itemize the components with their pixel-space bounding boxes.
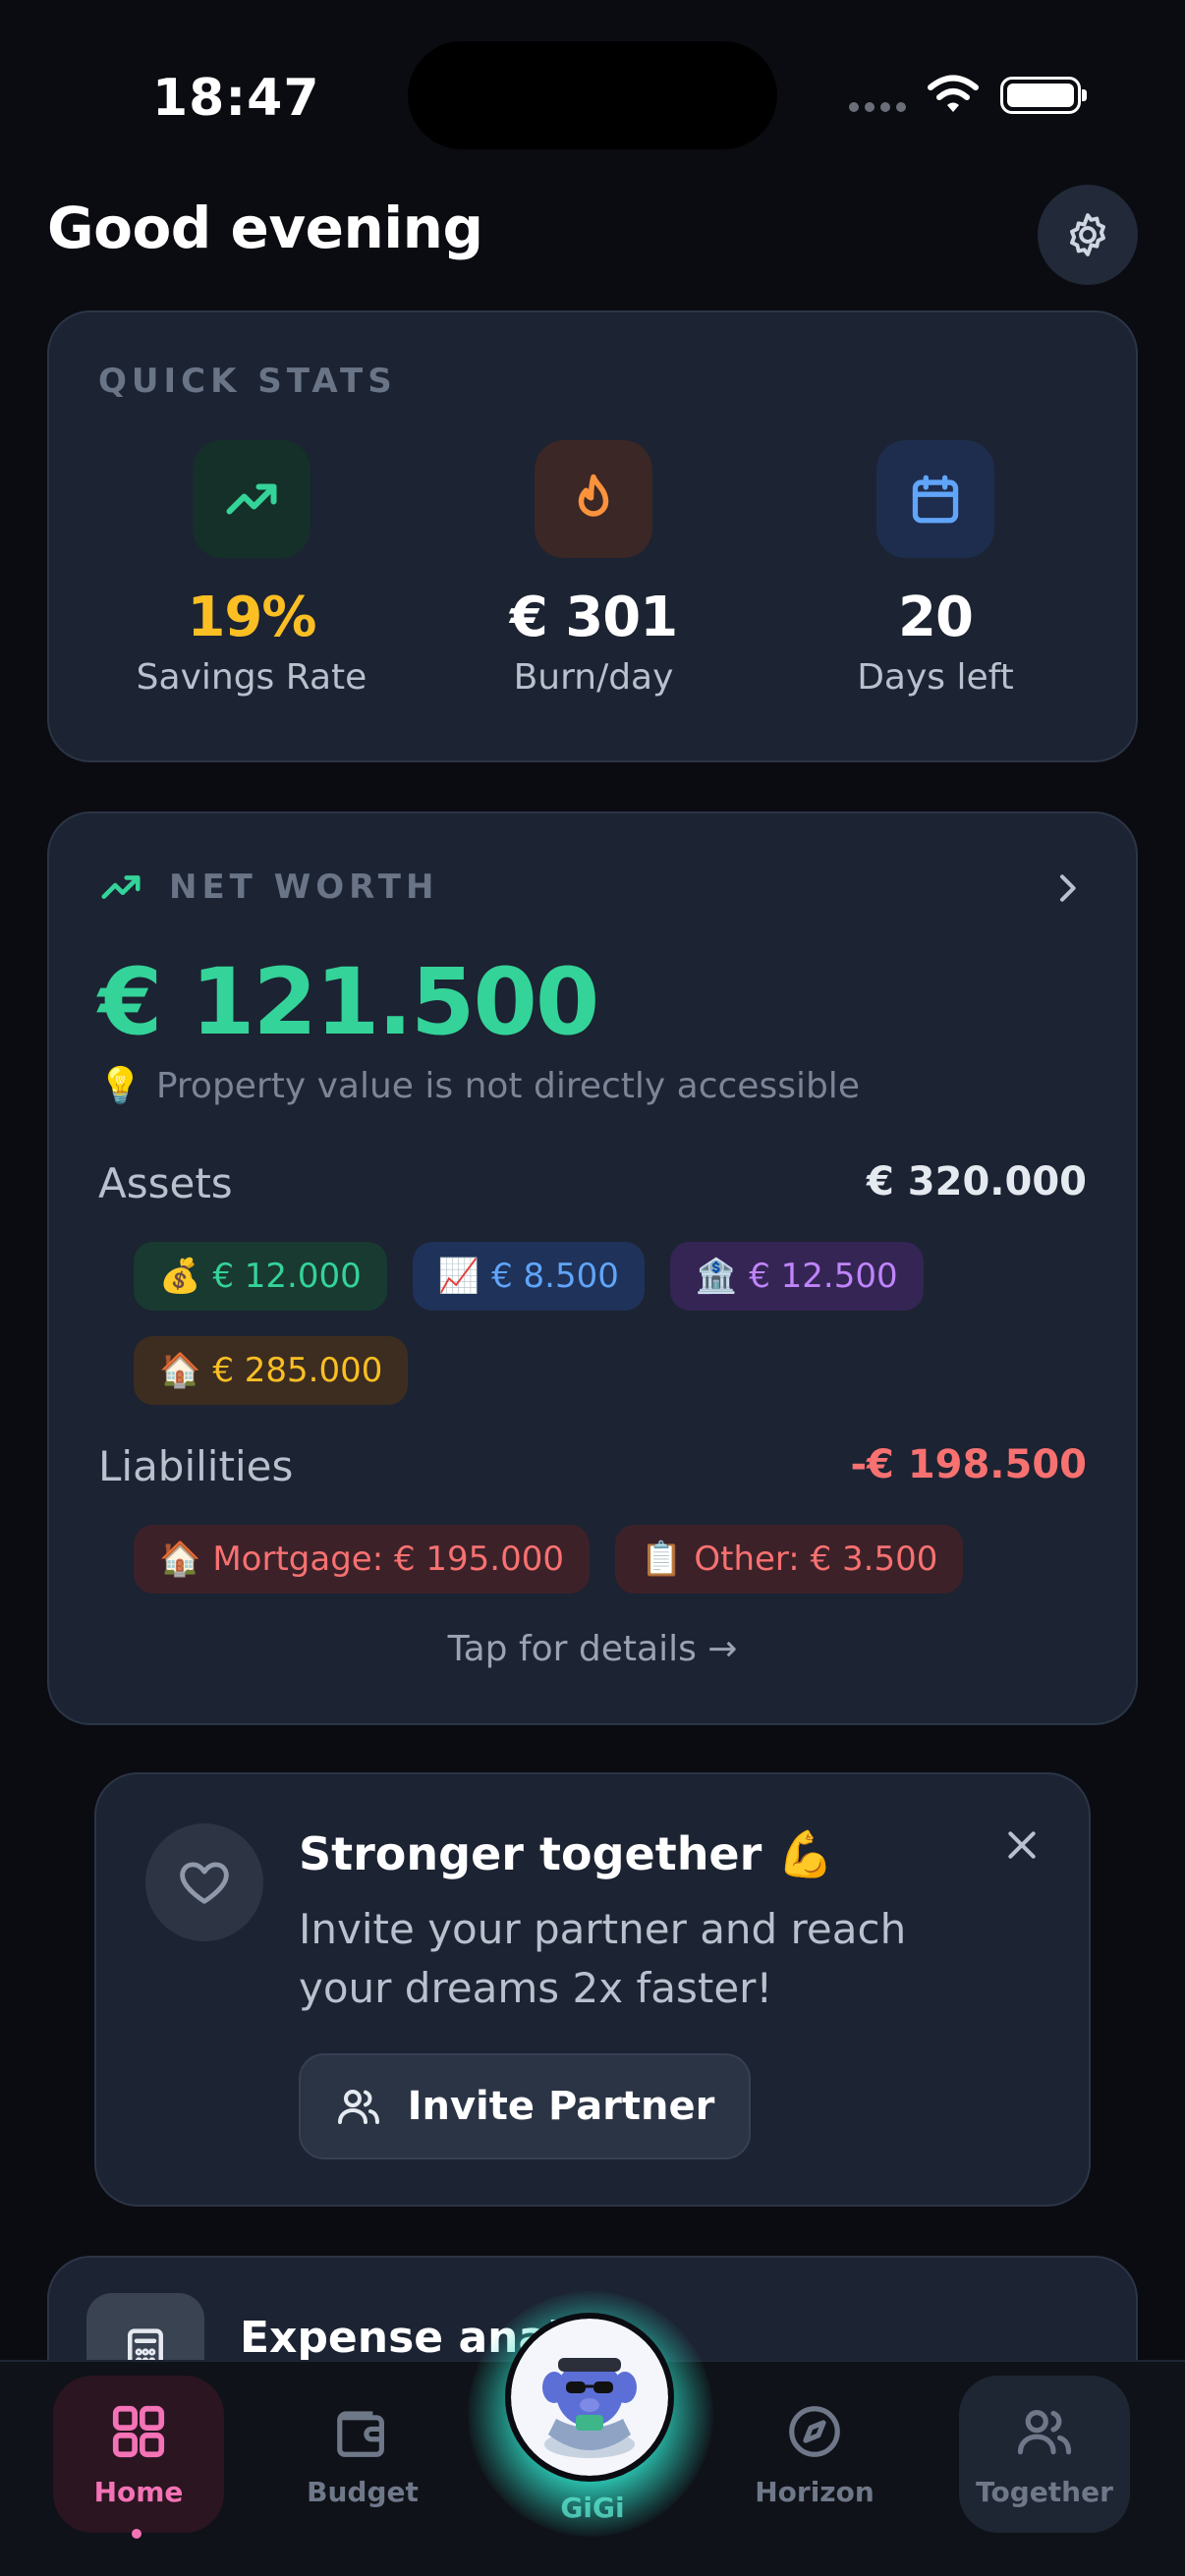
invite-partner-label: Invite Partner (407, 2084, 715, 2129)
asset-chip-property[interactable]: 🏠 € 285.000 (134, 1336, 409, 1405)
active-tab-indicator (132, 2529, 141, 2539)
users-icon (337, 2090, 379, 2124)
tap-for-details-link[interactable]: Tap for details → (49, 1629, 1136, 1669)
asset-chip-cash[interactable]: 💰 € 12.000 (134, 1242, 387, 1311)
burn-per-day-label: Burn/day (513, 657, 674, 698)
status-bar: 18:47 (0, 0, 1185, 187)
close-icon[interactable] (1002, 1825, 1042, 1865)
gigi-mascot-icon (511, 2319, 668, 2476)
net-worth-card[interactable]: NET WORTH € 121.500 💡 Property value is … (47, 812, 1138, 1725)
liability-chip-text: Other: € 3.500 (694, 1540, 938, 1579)
invite-partner-card: Stronger together 💪 Invite your partner … (94, 1772, 1091, 2207)
greeting-title: Good evening (47, 195, 483, 261)
signal-icon (849, 102, 908, 114)
dynamic-island (408, 41, 777, 149)
assets-label: Assets (98, 1159, 233, 1207)
trending-up-icon (101, 875, 141, 899)
asset-chip-amount: € 285.000 (212, 1351, 383, 1390)
asset-chip-bank[interactable]: 🏦 € 12.500 (669, 1242, 924, 1311)
asset-chips: 💰 € 12.000 📈 € 8.500 🏦 € 12.500 🏠 € 285.… (134, 1242, 1077, 1405)
net-worth-note-text: Property value is not directly accessibl… (155, 1065, 860, 1106)
net-worth-title: NET WORTH (169, 868, 439, 907)
tab-gigi-label: GiGi (560, 2492, 625, 2524)
liability-chip-text: Mortgage: € 195.000 (212, 1540, 565, 1579)
asset-chip-investments[interactable]: 📈 € 8.500 (412, 1242, 645, 1311)
chevron-right-icon[interactable] (1047, 868, 1087, 908)
liability-chips: 🏠 Mortgage: € 195.000 📋 Other: € 3.500 (134, 1525, 1077, 1594)
wifi-icon (928, 75, 979, 112)
stat-days-left[interactable]: 20 Days left (788, 440, 1083, 698)
net-worth-note: 💡 Property value is not directly accessi… (98, 1065, 860, 1107)
battery-icon (1000, 77, 1087, 114)
liability-chip-other[interactable]: 📋 Other: € 3.500 (615, 1525, 964, 1594)
quick-stats-card: QUICK STATS 19% Savings Rate € 301 Burn/… (47, 310, 1138, 762)
days-left-value: 20 (898, 586, 974, 649)
clipboard-icon: 📋 (641, 1540, 683, 1579)
quick-stats-title: QUICK STATS (98, 362, 397, 401)
compass-icon (789, 2405, 840, 2457)
bank-icon: 🏦 (695, 1257, 738, 1296)
liabilities-label: Liabilities (98, 1442, 294, 1490)
asset-chip-amount: € 12.500 (749, 1257, 898, 1296)
net-worth-value: € 121.500 (98, 949, 599, 1056)
money-bag-icon: 💰 (159, 1257, 201, 1296)
days-left-label: Days left (857, 657, 1014, 698)
invite-partner-button[interactable]: Invite Partner (299, 2053, 751, 2159)
stat-burn-per-day[interactable]: € 301 Burn/day (446, 440, 741, 698)
stat-savings-rate[interactable]: 19% Savings Rate (104, 440, 399, 698)
settings-button[interactable] (1038, 185, 1138, 285)
invite-text: Invite your partner and reach your dream… (299, 1905, 907, 2012)
asset-chip-amount: € 8.500 (491, 1257, 619, 1296)
house-icon: 🏠 (159, 1540, 201, 1579)
calendar-icon (876, 440, 994, 558)
trending-up-icon (193, 440, 310, 558)
liability-chip-mortgage[interactable]: 🏠 Mortgage: € 195.000 (134, 1525, 591, 1594)
gigi-button[interactable] (505, 2313, 674, 2482)
status-time: 18:47 (152, 69, 320, 128)
assets-total: € 320.000 (867, 1159, 1087, 1204)
users-icon (1017, 2409, 1072, 2454)
grid-icon (112, 2405, 165, 2457)
savings-rate-label: Savings Rate (136, 657, 367, 698)
liabilities-total: -€ 198.500 (850, 1442, 1087, 1487)
gear-icon (1070, 213, 1105, 256)
house-icon: 🏠 (159, 1351, 201, 1390)
invite-title: Stronger together 💪 (299, 1827, 834, 1880)
asset-chip-amount: € 12.000 (212, 1257, 362, 1296)
savings-rate-value: 19% (187, 586, 316, 649)
net-worth-header: NET WORTH (98, 865, 438, 910)
chart-up-icon: 📈 (437, 1257, 480, 1296)
wallet-icon (337, 2410, 384, 2457)
burn-per-day-value: € 301 (509, 586, 678, 649)
lightbulb-icon: 💡 (98, 1066, 142, 1106)
heart-icon (145, 1823, 263, 1941)
flame-icon (535, 440, 652, 558)
